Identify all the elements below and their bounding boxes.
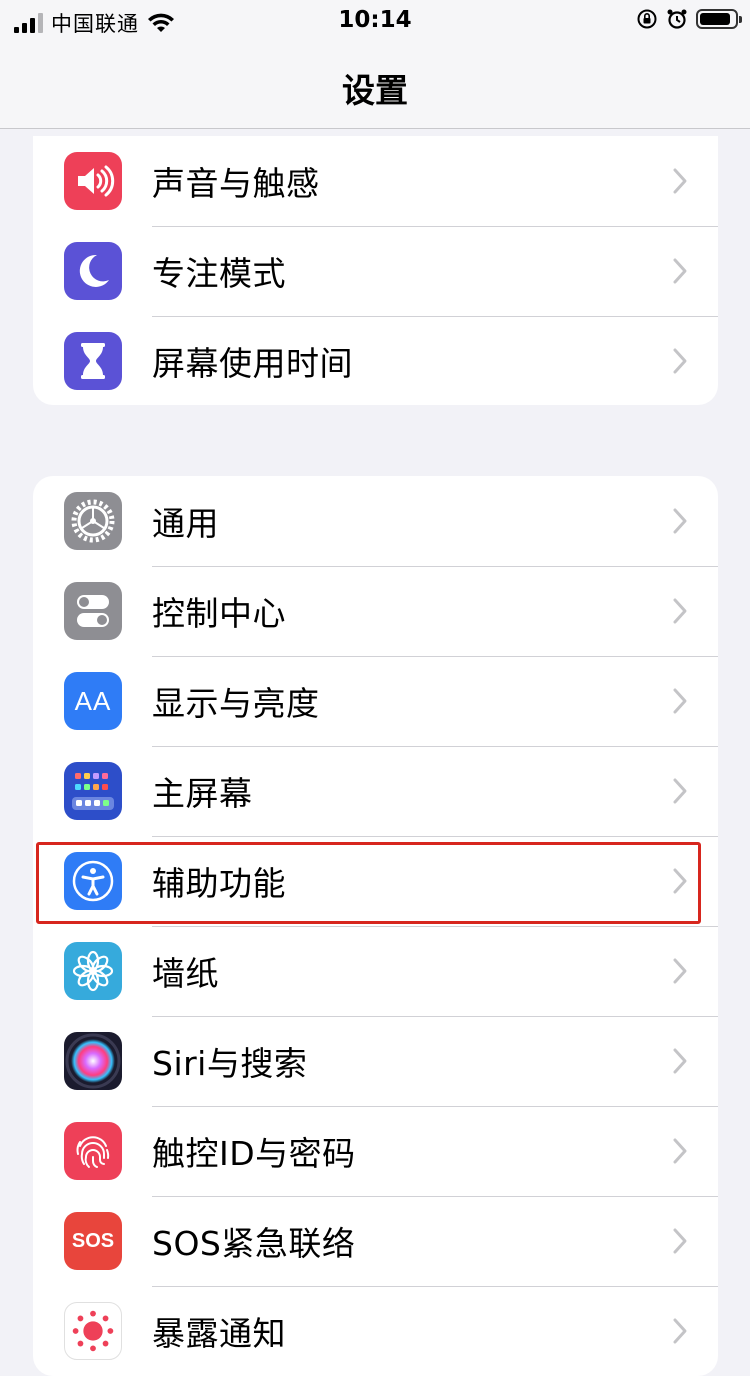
battery-icon <box>696 9 742 29</box>
settings-row-focus[interactable]: 专注模式 <box>33 226 718 316</box>
settings-row-label: 暴露通知 <box>152 1314 286 1353</box>
home-grid-icon <box>64 762 122 820</box>
settings-row-label: 显示与亮度 <box>152 684 320 723</box>
chevron-right-icon <box>673 778 687 804</box>
settings-row-home-screen[interactable]: 主屏幕 <box>33 746 718 836</box>
status-right <box>636 8 742 30</box>
settings-group-2: 通用 控制中心 AA 显示与亮度 主屏幕 辅助功能 墙纸 Siri与搜索 触控I… <box>33 476 718 1376</box>
chevron-right-icon <box>673 1138 687 1164</box>
fingerprint-icon <box>64 1122 122 1180</box>
speaker-icon <box>64 152 122 210</box>
chevron-right-icon <box>673 598 687 624</box>
settings-row-label: 通用 <box>152 504 219 543</box>
settings-row-label: 主屏幕 <box>152 774 253 813</box>
settings-row-control-center[interactable]: 控制中心 <box>33 566 718 656</box>
chevron-right-icon <box>673 258 687 284</box>
toggles-icon <box>64 582 122 640</box>
sos-glyph: SOS <box>71 1229 115 1252</box>
settings-row-emergency-sos[interactable]: SOS SOS紧急联络 <box>33 1196 718 1286</box>
chevron-right-icon <box>673 958 687 984</box>
settings-row-label: 控制中心 <box>152 594 286 633</box>
settings-row-siri[interactable]: Siri与搜索 <box>33 1016 718 1106</box>
exposure-icon <box>64 1302 122 1360</box>
chevron-right-icon <box>673 168 687 194</box>
hourglass-icon <box>64 332 122 390</box>
page-title: 设置 <box>342 71 408 110</box>
siri-icon <box>64 1032 122 1090</box>
settings-row-touch-id[interactable]: 触控ID与密码 <box>33 1106 718 1196</box>
settings-row-general[interactable]: 通用 <box>33 476 718 566</box>
settings-row-label: 触控ID与密码 <box>152 1134 356 1173</box>
chevron-right-icon <box>673 508 687 534</box>
alarm-icon <box>667 9 687 29</box>
settings-row-exposure-notifications[interactable]: 暴露通知 <box>33 1286 718 1376</box>
text-size-glyph: AA <box>74 685 112 716</box>
settings-row-label: 声音与触感 <box>152 164 320 203</box>
settings-row-display[interactable]: AA 显示与亮度 <box>33 656 718 746</box>
chevron-right-icon <box>673 688 687 714</box>
settings-row-screen-time[interactable]: 屏幕使用时间 <box>33 316 718 405</box>
settings-row-label: 专注模式 <box>152 254 286 293</box>
text-size-icon: AA <box>64 672 122 730</box>
settings-group-1: 声音与触感 专注模式 屏幕使用时间 <box>33 136 718 405</box>
accessibility-icon <box>64 852 122 910</box>
chevron-right-icon <box>673 1048 687 1074</box>
chevron-right-icon <box>673 868 687 894</box>
settings-row-label: 辅助功能 <box>152 864 286 903</box>
settings-row-label: SOS紧急联络 <box>152 1224 356 1263</box>
settings-row-label: 屏幕使用时间 <box>152 344 353 383</box>
gear-icon <box>64 492 122 550</box>
settings-row-label: 墙纸 <box>152 954 219 993</box>
settings-row-wallpaper[interactable]: 墙纸 <box>33 926 718 1016</box>
sos-icon: SOS <box>64 1212 122 1270</box>
navigation-bar: 设置 <box>0 40 750 129</box>
settings-row-sounds[interactable]: 声音与触感 <box>33 136 718 226</box>
chevron-right-icon <box>673 1228 687 1254</box>
settings-row-label: Siri与搜索 <box>152 1044 308 1083</box>
status-bar: 中国联通 10:14 <box>0 0 750 40</box>
moon-icon <box>64 242 122 300</box>
chevron-right-icon <box>673 1318 687 1344</box>
flower-icon <box>64 942 122 1000</box>
settings-row-accessibility[interactable]: 辅助功能 <box>33 836 718 926</box>
rotation-lock-icon <box>637 9 657 29</box>
chevron-right-icon <box>673 348 687 374</box>
